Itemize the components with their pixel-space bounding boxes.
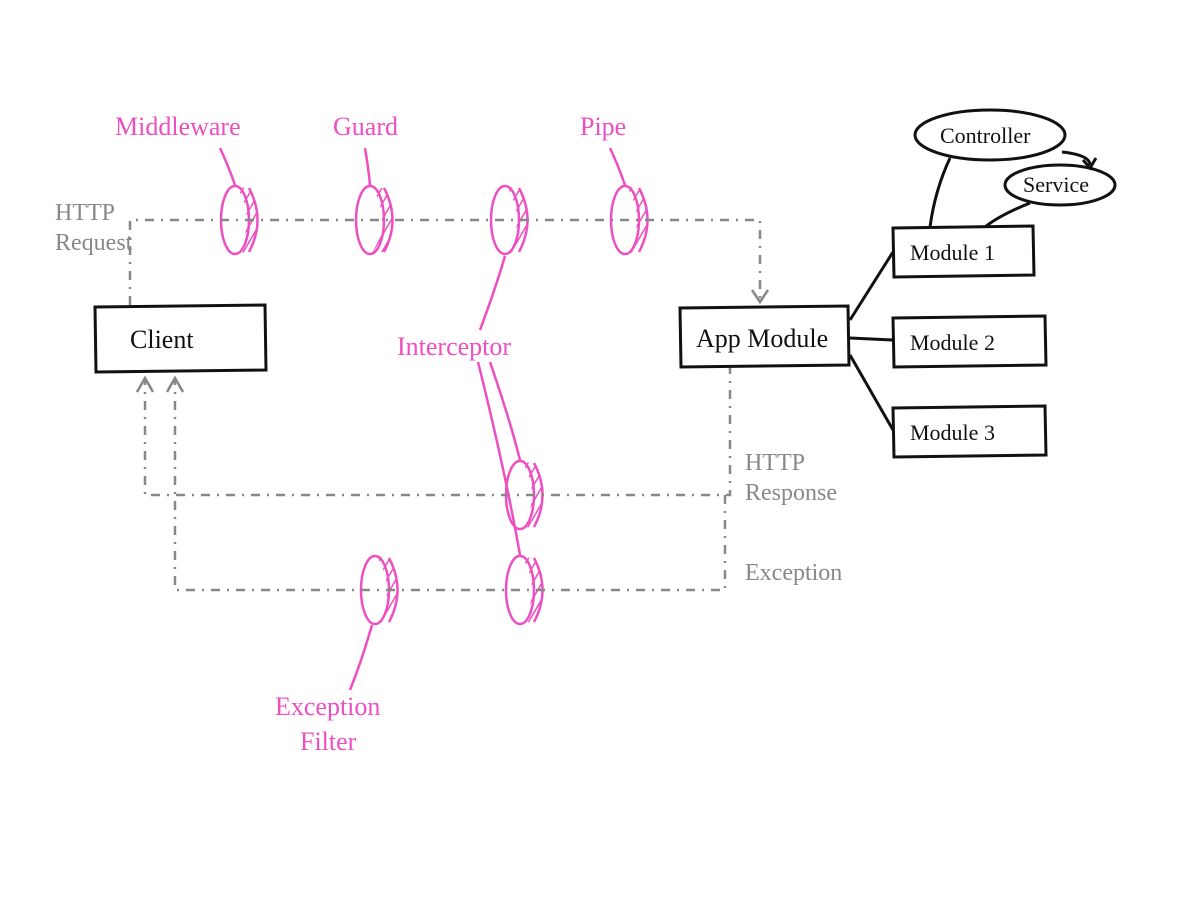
controller-label: Controller — [940, 123, 1031, 148]
service-label: Service — [1023, 172, 1089, 197]
leader-pipe — [610, 148, 625, 185]
path-http-request — [130, 220, 760, 305]
label-middleware: Middleware — [115, 112, 241, 141]
label-guard: Guard — [333, 112, 398, 141]
label-interceptor: Interceptor — [397, 332, 511, 361]
module1-label: Module 1 — [910, 240, 995, 265]
label-pipe: Pipe — [580, 112, 626, 141]
ring-pipe — [611, 186, 648, 254]
path-http-response — [145, 365, 730, 495]
app-module-label: App Module — [696, 324, 828, 353]
leader-guard — [365, 148, 370, 185]
label-http-request-1: HTTP — [55, 200, 115, 226]
label-exception: Exception — [745, 560, 842, 586]
connector-mod2 — [850, 338, 893, 340]
module2-label: Module 2 — [910, 330, 995, 355]
label-http-response-2: Response — [745, 480, 837, 506]
leader-interceptor-resp — [490, 362, 520, 460]
label-http-response-1: HTTP — [745, 450, 805, 476]
label-exception-filter-1: Exception — [275, 692, 380, 721]
module3-label: Module 3 — [910, 420, 995, 445]
label-http-request-2: Request — [55, 230, 133, 256]
client-label: Client — [130, 325, 194, 354]
label-exception-filter-2: Filter — [300, 727, 357, 756]
leader-interceptor-top — [480, 256, 505, 330]
connector-service — [985, 203, 1030, 227]
path-exception — [175, 380, 725, 590]
connector-mod1 — [850, 252, 893, 320]
leader-exception-filter — [350, 625, 372, 690]
ring-interceptor-response — [506, 461, 543, 529]
leader-middleware — [220, 148, 235, 185]
connector-controller — [930, 158, 950, 227]
connector-mod3 — [850, 355, 893, 430]
